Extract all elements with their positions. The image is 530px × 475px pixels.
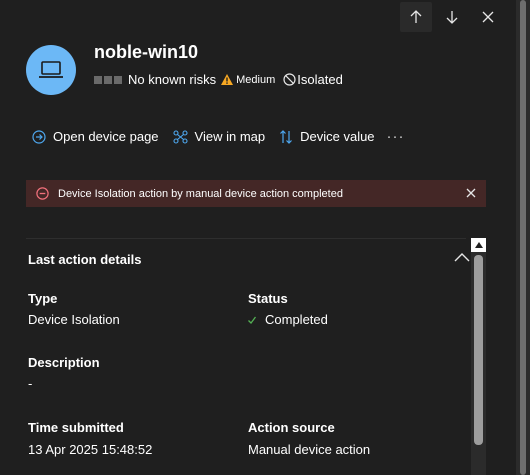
device-meta: No known risks Medium Isolated (94, 72, 343, 87)
warning-icon (221, 74, 234, 85)
next-item-button[interactable] (436, 2, 468, 32)
isolation-status: Isolated (297, 72, 343, 87)
type-value: Device Isolation (28, 312, 120, 327)
section-divider (26, 238, 466, 239)
time-submitted-value: 13 Apr 2025 15:48:52 (28, 442, 153, 457)
risk-level-indicator (94, 75, 122, 84)
arrow-up-icon (410, 10, 422, 23)
checkmark-icon (248, 316, 256, 324)
risk-text: No known risks (128, 72, 217, 87)
chevron-up-icon[interactable] (454, 251, 470, 263)
arrow-down-icon (446, 11, 458, 24)
action-bar: Open device page View in map Device valu… (32, 128, 405, 145)
close-icon (482, 11, 494, 23)
triangle-up-icon (474, 242, 483, 248)
section-title: Last action details (28, 252, 142, 267)
status-value: Completed (248, 312, 328, 327)
panel-navigation (400, 2, 504, 32)
device-value-button[interactable]: Device value (279, 129, 375, 144)
open-device-page-button[interactable]: Open device page (32, 129, 159, 144)
status-label: Status (248, 291, 288, 306)
status-text: Completed (265, 312, 328, 327)
laptop-icon (39, 61, 63, 78)
device-action-panel: noble-win10 No known risks Medium Isolat… (0, 0, 516, 475)
close-panel-button[interactable] (472, 2, 504, 32)
device-avatar (26, 45, 76, 95)
details-scrollbar[interactable] (471, 238, 486, 475)
isolated-icon (283, 73, 296, 86)
device-value-label: Device value (300, 129, 375, 144)
severity-label: Medium (236, 73, 276, 86)
time-submitted-label: Time submitted (28, 420, 124, 435)
description-value: - (28, 376, 33, 391)
description-label: Description (28, 355, 100, 370)
type-label: Type (28, 291, 58, 306)
view-in-map-label: View in map (194, 129, 266, 144)
previous-item-button[interactable] (400, 2, 432, 32)
open-device-icon (32, 129, 46, 144)
action-source-label: Action source (248, 420, 335, 435)
more-actions-button[interactable]: ··· (387, 128, 405, 145)
sort-value-icon (280, 129, 293, 144)
scroll-up-button[interactable] (471, 238, 486, 252)
view-in-map-button[interactable]: View in map (172, 129, 266, 144)
open-device-page-label: Open device page (53, 129, 159, 144)
error-icon (36, 187, 49, 200)
page-scroll-thumb[interactable] (520, 0, 526, 475)
banner-message: Device Isolation action by manual device… (58, 187, 343, 200)
dismiss-banner-icon[interactable] (464, 186, 478, 200)
device-name: noble-win10 (94, 42, 199, 62)
page-scrollbar[interactable] (516, 0, 530, 475)
map-icon (172, 129, 188, 144)
scroll-thumb[interactable] (474, 255, 483, 445)
error-banner: Device Isolation action by manual device… (26, 180, 486, 207)
action-source-value: Manual device action (248, 442, 371, 457)
